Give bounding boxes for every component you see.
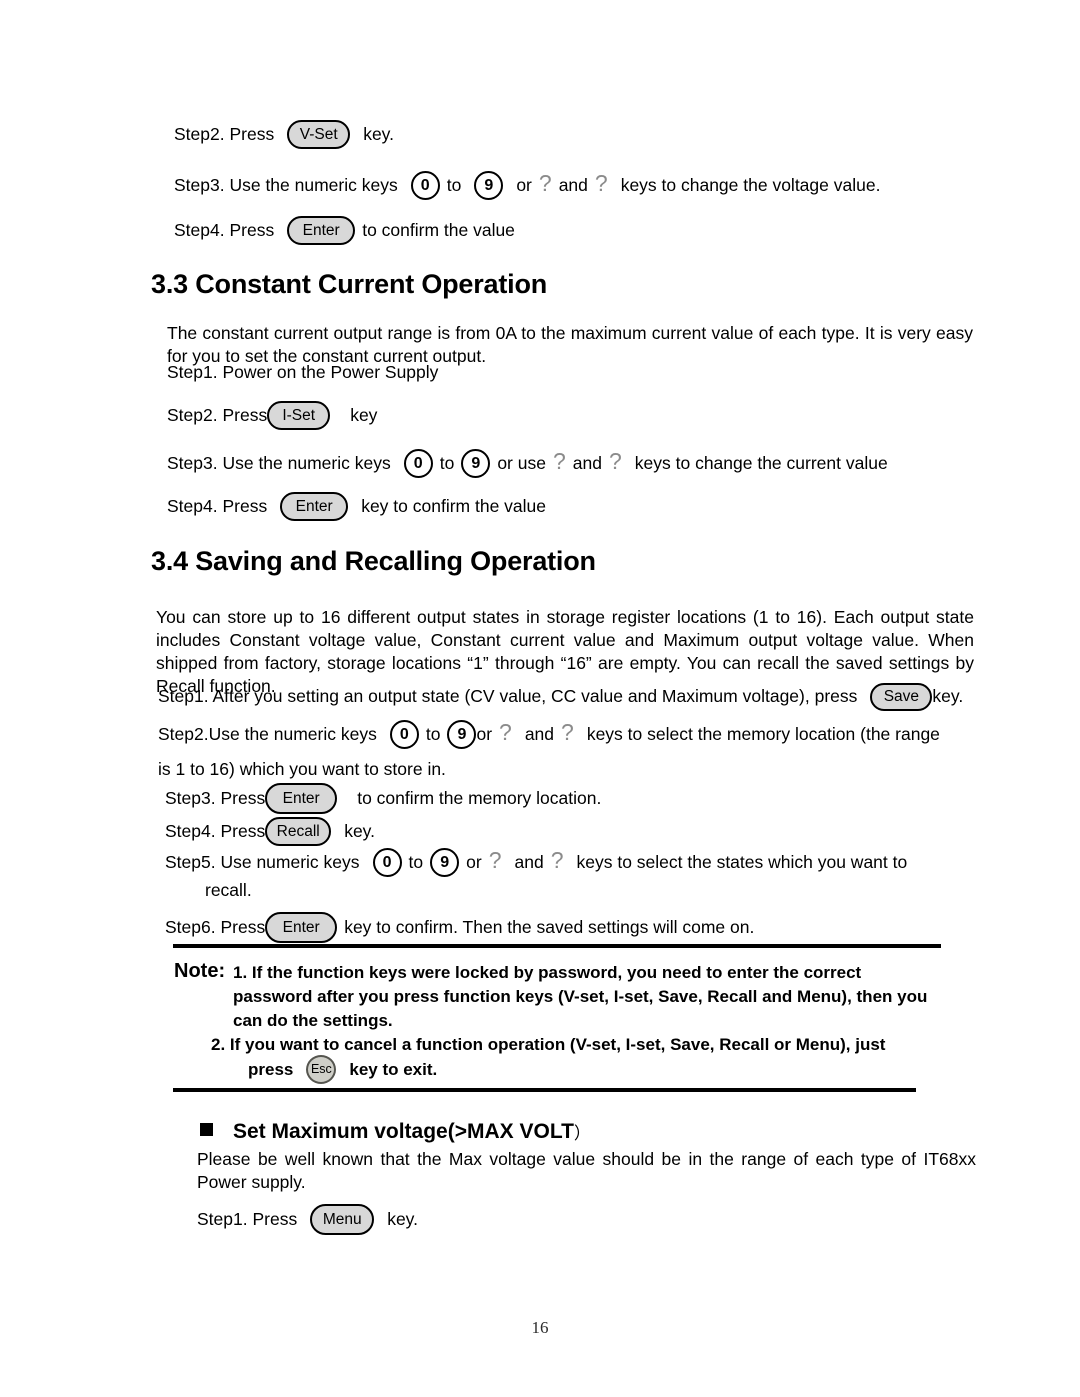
s34-step5-mid: to (408, 851, 424, 872)
s34-step6-suffix: key to confirm. Then the saved settings … (344, 916, 755, 937)
v-set-key[interactable]: V-Set (287, 120, 351, 149)
s33-step3-suffix: keys to change the current value (634, 452, 888, 473)
up-arrow-icon: ? (538, 170, 552, 196)
section-3-4-step2-line: Step2.Use the numeric keys 0 to 9 or ? a… (158, 720, 940, 749)
note-item-2-press-line: press Esc key to exit. (248, 1055, 437, 1084)
s34-step2-conj1: or (476, 723, 493, 744)
s34-step1-prefix: Step1. After you setting an output state… (158, 686, 858, 707)
intro-step4-line: Step4. Press Enter to confirm the value (174, 216, 515, 245)
enter-key[interactable]: Enter (265, 783, 338, 814)
intro-step2-suffix: key. (363, 123, 394, 144)
down-arrow-icon: ? (550, 847, 564, 873)
down-arrow-icon: ? (594, 170, 608, 196)
down-arrow-icon: ? (608, 448, 622, 474)
intro-step2-line: Step2. Press V-Set key. (174, 120, 394, 149)
numeric-key-9[interactable]: 9 (461, 449, 491, 478)
s33-step3-conj1: or use (497, 452, 546, 473)
note-item-1: 1. If the function keys were locked by p… (233, 963, 928, 1031)
s34-step3-prefix: Step3. Press (165, 787, 266, 808)
s34-step4-prefix: Step4. Press (165, 820, 266, 841)
enter-key[interactable]: Enter (265, 912, 338, 943)
numeric-key-0[interactable]: 0 (389, 720, 419, 749)
s34-step6-prefix: Step6. Press (165, 916, 266, 937)
numeric-key-9[interactable]: 9 (474, 171, 504, 200)
section-3-3-step2-line: Step2. Press I-Set key (167, 401, 377, 430)
s34-step3-suffix: to confirm the memory location. (357, 787, 602, 808)
numeric-key-0[interactable]: 0 (410, 171, 440, 200)
intro-step2-prefix: Step2. Press (174, 123, 275, 144)
s34-step2-suffix: keys to select the memory location (the … (586, 723, 940, 744)
down-arrow-icon: ? (561, 719, 574, 745)
section-heading-3-3: 3.3 Constant Current Operation (151, 269, 548, 299)
save-key[interactable]: Save (870, 683, 933, 711)
esc-key[interactable]: Esc (306, 1055, 337, 1084)
max-volt-step1-prefix: Step1. Press (197, 1208, 298, 1229)
intro-step3-suffix: keys to change the voltage value. (620, 174, 881, 195)
max-volt-heading-paren: ） (573, 1124, 591, 1143)
section-3-4-step4-line: Step4. Press Recall key. (165, 817, 375, 846)
section-3-4-step6-line: Step6. Press Enter key to confirm. Then … (165, 912, 754, 943)
recall-key[interactable]: Recall (265, 817, 332, 846)
note-exit-label: key to exit. (349, 1060, 438, 1079)
section-heading-3-4: 3.4 Saving and Recalling Operation (151, 546, 596, 576)
section-3-4-step5-wrap: recall. (205, 880, 252, 900)
s34-step2-conj2: and (524, 723, 555, 744)
up-arrow-icon: ? (499, 719, 512, 745)
up-arrow-icon: ? (488, 847, 502, 873)
intro-step3-conj2: and (558, 174, 588, 195)
s34-step1-suffix: key. (932, 686, 964, 707)
max-volt-paragraph: Please be well known that the Max voltag… (197, 1149, 976, 1193)
intro-step3-line: Step3. Use the numeric keys 0 to 9 or ? … (174, 171, 880, 200)
section-3-4-step3-line: Step3. Press Enter to confirm the memory… (165, 783, 601, 814)
section-3-3-step1: Step1. Power on the Power Supply (167, 362, 439, 382)
s34-step5-conj2: and (514, 851, 544, 872)
max-volt-step1-suffix: key. (387, 1208, 418, 1229)
enter-key[interactable]: Enter (287, 216, 356, 245)
intro-step3-conj1: or (516, 174, 532, 195)
s34-step4-suffix: key. (344, 820, 375, 841)
s34-step5-suffix: keys to select the states which you want… (576, 851, 908, 872)
document-page: Step2. Press V-Set key. Step3. Use the n… (0, 0, 1080, 1397)
section-3-3-step4-line: Step4. Press Enter key to confirm the va… (167, 492, 546, 521)
s33-step2-prefix: Step2. Press (167, 404, 268, 425)
page-number: 16 (531, 1318, 549, 1337)
section-3-4-step2-wrap: is 1 to 16) which you want to store in. (158, 759, 446, 779)
numeric-key-0[interactable]: 0 (403, 449, 433, 478)
s33-step4-suffix: key to confirm the value (361, 495, 547, 516)
s33-step2-suffix: key (350, 404, 378, 425)
note-press-label: press (248, 1060, 294, 1079)
s34-step5-conj1: or (466, 851, 482, 872)
s34-step5-prefix: Step5. Use numeric keys (165, 851, 360, 872)
section-3-4-step1-line: Step1. After you setting an output state… (158, 683, 963, 711)
s33-step4-prefix: Step4. Press (167, 495, 268, 516)
note-top-rule (173, 944, 941, 948)
s33-step3-prefix: Step3. Use the numeric keys (167, 452, 391, 473)
intro-step3-mid: to (446, 174, 462, 195)
up-arrow-icon: ? (552, 448, 566, 474)
numeric-key-9[interactable]: 9 (447, 720, 477, 749)
numeric-key-9[interactable]: 9 (430, 848, 460, 877)
i-set-key[interactable]: I-Set (267, 401, 331, 430)
note-label: Note: (174, 960, 226, 982)
s33-step3-mid: to (439, 452, 455, 473)
s33-step3-conj2: and (572, 452, 602, 473)
s34-step2-prefix: Step2.Use the numeric keys (158, 723, 377, 744)
s34-step2-mid: to (425, 723, 441, 744)
numeric-key-0[interactable]: 0 (372, 848, 402, 877)
note-item-2-text: 2. If you want to cancel a function oper… (211, 1035, 886, 1054)
max-volt-heading-text: Set Maximum voltage(>MAX VOLT (233, 1119, 574, 1143)
intro-step3-prefix: Step3. Use the numeric keys (174, 174, 398, 195)
bullet-square-icon (200, 1123, 213, 1136)
section-3-3-step3-line: Step3. Use the numeric keys 0 to 9 or us… (167, 449, 888, 478)
intro-step4-suffix: to confirm the value (362, 219, 515, 240)
section-3-4-step5-line: Step5. Use numeric keys 0 to 9 or ? and … (165, 848, 907, 877)
intro-step4-prefix: Step4. Press (174, 219, 275, 240)
enter-key[interactable]: Enter (280, 492, 349, 521)
note-bottom-rule (173, 1088, 916, 1092)
max-volt-step1-line: Step1. Press Menu key. (197, 1204, 418, 1235)
max-volt-heading: Set Maximum voltage(>MAX VOLT ） (200, 1119, 591, 1144)
menu-key[interactable]: Menu (310, 1204, 375, 1235)
